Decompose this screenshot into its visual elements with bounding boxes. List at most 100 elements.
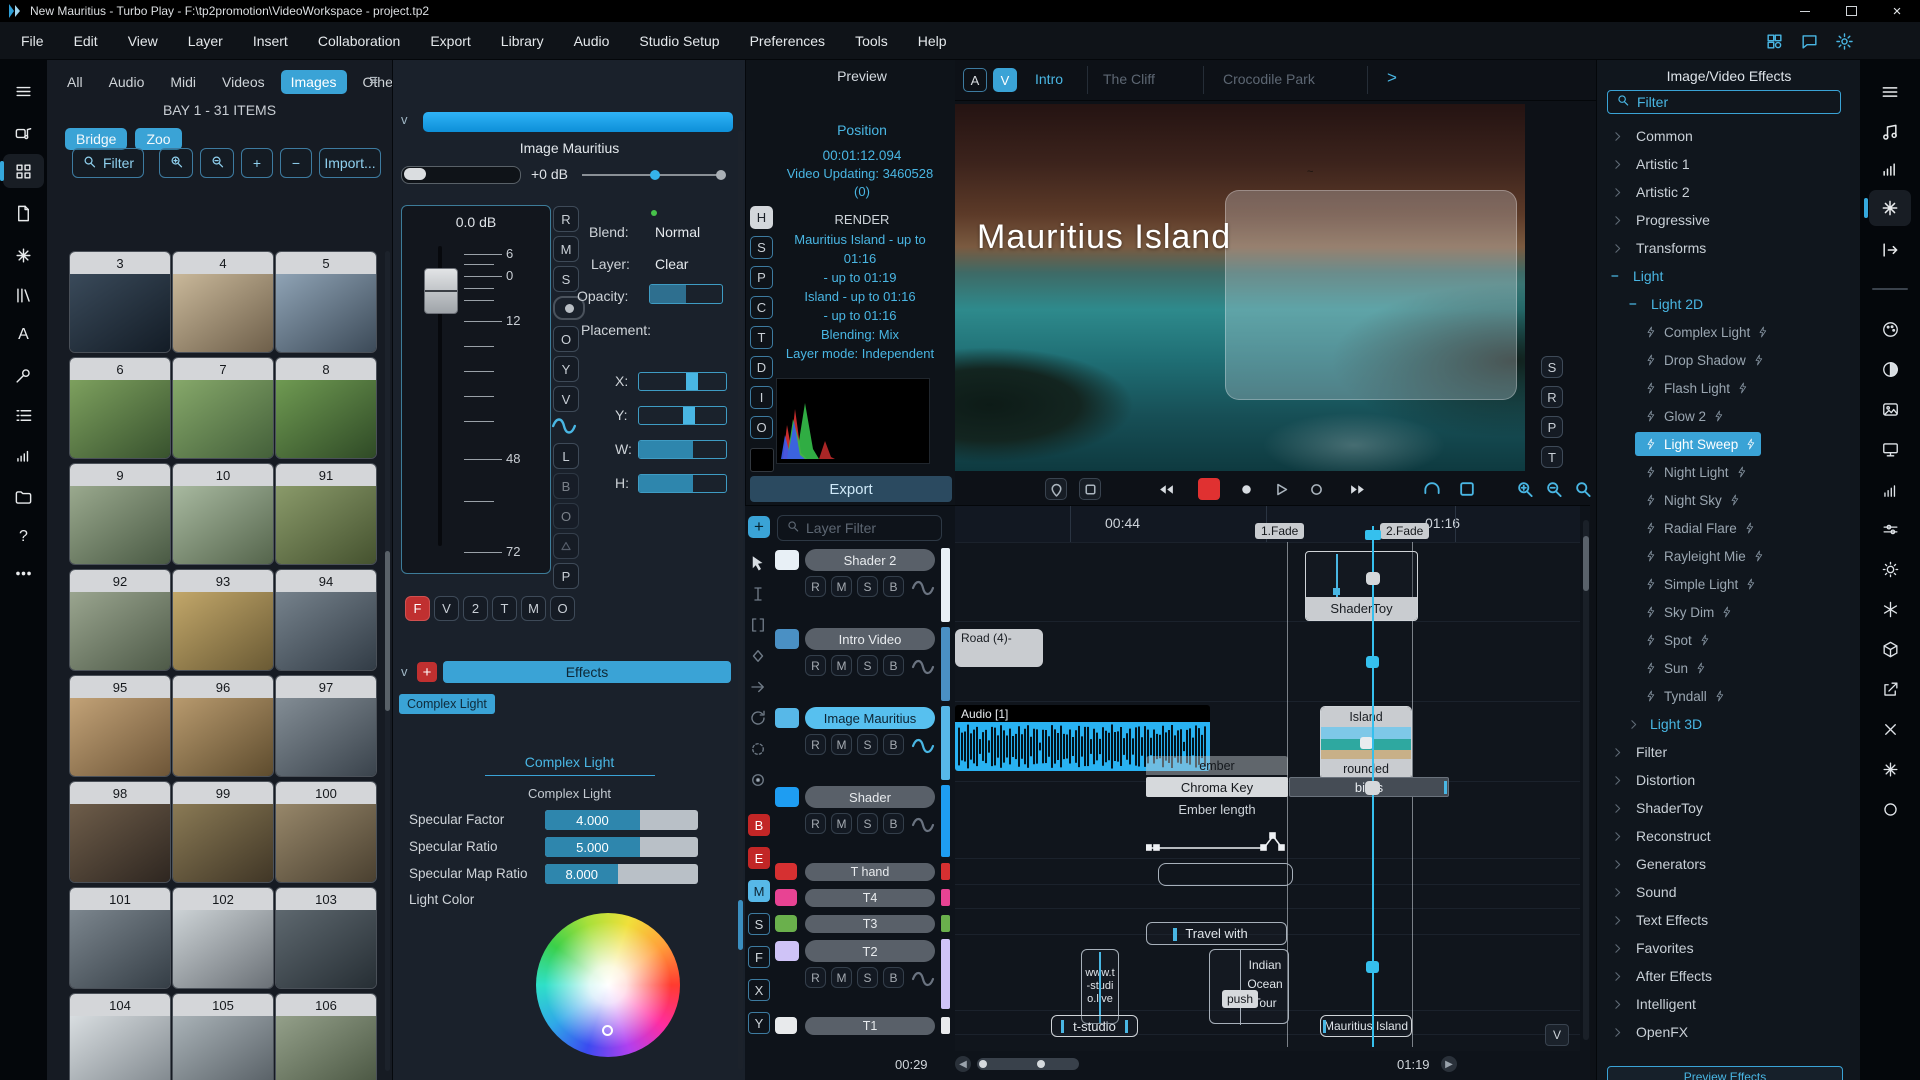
media-item[interactable]: 91 bbox=[275, 463, 377, 565]
scene-tab-the-cliff[interactable]: The Cliff bbox=[1103, 71, 1155, 87]
preview-letter-o[interactable]: O bbox=[750, 416, 773, 439]
track-button-b[interactable]: B bbox=[883, 967, 904, 988]
track-curve-icon[interactable] bbox=[911, 967, 935, 996]
tab-audio[interactable]: Audio bbox=[99, 70, 155, 94]
mini-display[interactable] bbox=[750, 448, 774, 472]
fx-group-sound[interactable]: Sound bbox=[1597, 878, 1861, 906]
playhead-top-handle[interactable] bbox=[1365, 530, 1381, 540]
fx-group-shadertoy[interactable]: ShaderToy bbox=[1597, 794, 1861, 822]
palette-icon[interactable] bbox=[1869, 312, 1911, 346]
side-button-l-8[interactable]: L bbox=[553, 443, 579, 469]
track-name[interactable]: T2 bbox=[805, 940, 935, 962]
fx-effect-drop-shadow[interactable]: Drop Shadow bbox=[1597, 346, 1861, 374]
track-button-r[interactable]: R bbox=[805, 576, 826, 597]
video-canvas[interactable]: ~ Mauritius Island bbox=[955, 104, 1525, 471]
zoom-out-button[interactable] bbox=[1543, 478, 1565, 500]
clip-marker[interactable] bbox=[1173, 928, 1177, 941]
playhead-keyframe[interactable] bbox=[1366, 961, 1379, 973]
playhead-grip[interactable] bbox=[1366, 572, 1380, 585]
track-button-s[interactable]: S bbox=[857, 655, 878, 676]
outline-list-icon[interactable] bbox=[3, 398, 44, 432]
track-color-chip[interactable] bbox=[775, 550, 799, 570]
clip-empty[interactable] bbox=[1158, 863, 1293, 886]
fx-group-intelligent[interactable]: Intelligent bbox=[1597, 990, 1861, 1018]
scroll-right-icon[interactable]: ▶︎ bbox=[1441, 1056, 1457, 1072]
preview-effects-bar[interactable]: Preview Effects bbox=[1607, 1066, 1843, 1080]
menu-item-file[interactable]: File bbox=[6, 22, 59, 60]
menu-item-export[interactable]: Export bbox=[415, 22, 485, 60]
menu-item-audio[interactable]: Audio bbox=[559, 22, 625, 60]
tool-ibeam-icon[interactable] bbox=[749, 585, 769, 605]
music-note-icon[interactable] bbox=[1869, 114, 1911, 150]
axis-slider-w[interactable] bbox=[638, 440, 727, 459]
clip-right-handle[interactable] bbox=[1444, 781, 1447, 794]
track-button-m[interactable]: M bbox=[831, 576, 852, 597]
track-curve-icon[interactable] bbox=[911, 734, 935, 763]
timeline-vscrollbar[interactable] bbox=[1583, 520, 1589, 1040]
document-icon[interactable] bbox=[3, 196, 44, 230]
extension-icon[interactable] bbox=[1765, 32, 1784, 51]
track-header-t4[interactable]: T4 bbox=[773, 887, 953, 909]
timeline-collapse-button[interactable]: V bbox=[1545, 1024, 1569, 1046]
image-icon[interactable] bbox=[1869, 392, 1911, 426]
fx-effect-glow-2[interactable]: Glow 2 bbox=[1597, 402, 1861, 430]
track-button-s[interactable]: S bbox=[857, 813, 878, 834]
media-item[interactable]: 99 bbox=[172, 781, 274, 883]
fx-group-generators[interactable]: Generators bbox=[1597, 850, 1861, 878]
strip-button-f[interactable]: F bbox=[405, 596, 430, 621]
clip-shadertoy[interactable]: ShaderToy bbox=[1305, 551, 1418, 621]
strip-button-m[interactable]: M bbox=[521, 596, 546, 621]
sparkle-icon[interactable] bbox=[1869, 752, 1911, 786]
audio-toggle-button[interactable]: A bbox=[963, 68, 987, 92]
fx-group-favorites[interactable]: Favorites bbox=[1597, 934, 1861, 962]
track-color-chip[interactable] bbox=[775, 915, 797, 932]
track-button-b[interactable]: B bbox=[883, 734, 904, 755]
side-button-s-2[interactable]: S bbox=[553, 266, 579, 292]
track-color-chip[interactable] bbox=[775, 787, 799, 807]
scene-tab-crocodile-park[interactable]: Crocodile Park bbox=[1223, 71, 1315, 87]
close-button[interactable]: × bbox=[1874, 0, 1920, 22]
library-icon[interactable] bbox=[3, 278, 44, 312]
fx-group-light[interactable]: Light bbox=[1597, 262, 1861, 290]
effects-header-bar[interactable]: Effects bbox=[443, 661, 731, 683]
track-header-intro-video[interactable]: Intro VideoRMSB bbox=[773, 627, 953, 701]
layer-value[interactable]: Clear bbox=[655, 256, 688, 272]
track-button-m[interactable]: M bbox=[831, 734, 852, 755]
fx-group-filter[interactable]: Filter bbox=[1597, 738, 1861, 766]
track-name[interactable]: T1 bbox=[805, 1017, 935, 1035]
import-button[interactable]: Import... bbox=[319, 148, 381, 178]
marker-2fade[interactable]: 2.Fade bbox=[1380, 523, 1429, 539]
strip-button-t[interactable]: T bbox=[492, 596, 517, 621]
side-button-o-4[interactable]: O bbox=[553, 326, 579, 352]
stop-button[interactable] bbox=[1198, 478, 1220, 500]
media-item[interactable]: 8 bbox=[275, 357, 377, 459]
track-header-t1[interactable]: T1 bbox=[773, 1015, 953, 1037]
fx-effect-flash-light[interactable]: Flash Light bbox=[1597, 374, 1861, 402]
help-icon[interactable]: ? bbox=[3, 520, 44, 554]
add-effect-button[interactable]: + bbox=[417, 662, 437, 682]
tag-zoo[interactable]: Zoo bbox=[135, 128, 181, 150]
tool-keyframe-icon[interactable] bbox=[749, 647, 769, 667]
fx-group-reconstruct[interactable]: Reconstruct bbox=[1597, 822, 1861, 850]
media-item[interactable]: 106 bbox=[275, 993, 377, 1080]
frame-button[interactable] bbox=[1079, 478, 1101, 500]
bin-scrollbar[interactable] bbox=[385, 251, 390, 1071]
track-button-m[interactable]: M bbox=[831, 967, 852, 988]
clip-tstudio[interactable]: t-studio bbox=[1051, 1015, 1138, 1037]
media-item[interactable]: 102 bbox=[172, 887, 274, 989]
play-button[interactable] bbox=[1270, 478, 1292, 500]
fx-group-light-3d[interactable]: Light 3D bbox=[1597, 710, 1861, 738]
track-header-t3[interactable]: T3 bbox=[773, 913, 953, 935]
fx-group-distortion[interactable]: Distortion bbox=[1597, 766, 1861, 794]
strip-button-v[interactable]: V bbox=[434, 596, 459, 621]
track-color-chip[interactable] bbox=[775, 708, 799, 728]
fx-effect-sky-dim[interactable]: Sky Dim bbox=[1597, 598, 1861, 626]
fx-effect-spot[interactable]: Spot bbox=[1597, 626, 1861, 654]
track-button-m[interactable]: M bbox=[831, 813, 852, 834]
blend-value[interactable]: Normal bbox=[655, 224, 700, 240]
color-wheel[interactable] bbox=[536, 913, 680, 1057]
export-button[interactable]: Export bbox=[750, 476, 952, 502]
color-wheel-marker[interactable] bbox=[602, 1025, 613, 1036]
track-button-r[interactable]: R bbox=[805, 655, 826, 676]
media-item[interactable]: 105 bbox=[172, 993, 274, 1080]
